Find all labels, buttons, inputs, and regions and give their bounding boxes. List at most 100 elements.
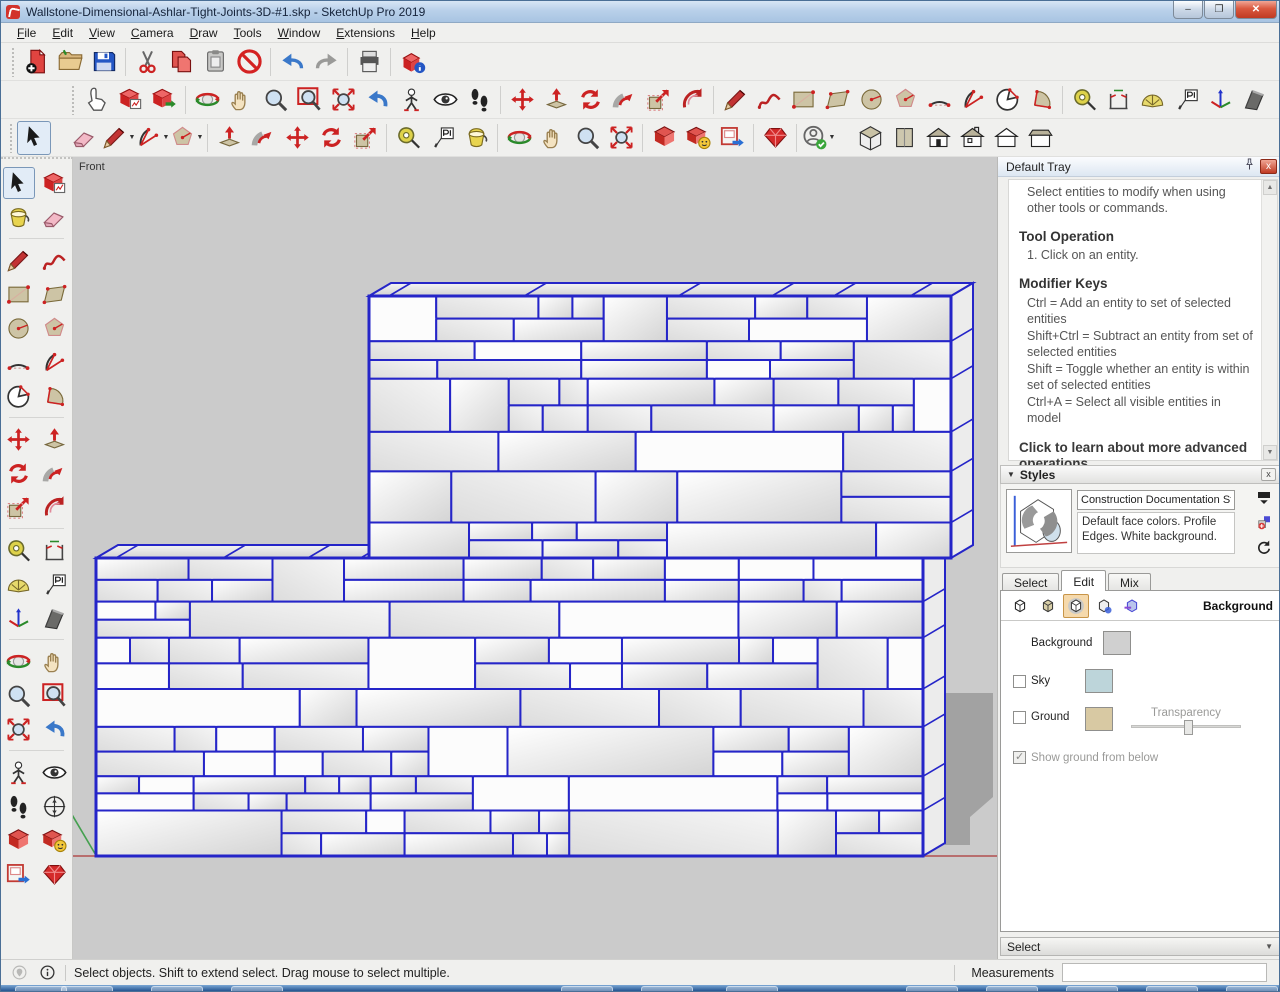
styles-close-icon[interactable]: x [1261, 468, 1276, 481]
zoom-window-tool-button[interactable] [39, 679, 71, 711]
cut-tool-button[interactable] [130, 45, 164, 79]
zoom-window-tool-button[interactable] [292, 83, 326, 117]
new-tool-button[interactable] [19, 45, 53, 79]
eraser-tool-button[interactable] [39, 201, 71, 233]
move-tool-button[interactable] [3, 423, 35, 455]
zoom-extents-tool-button[interactable] [326, 83, 360, 117]
create-new-style-icon[interactable] [1253, 513, 1275, 533]
taskbar-app[interactable] [1226, 986, 1278, 992]
move-tool-button[interactable] [505, 83, 539, 117]
style-thumbnail[interactable] [1006, 489, 1072, 553]
sky-checkbox[interactable] [1013, 675, 1026, 688]
edge-settings-icon[interactable] [1007, 594, 1033, 618]
arcs-tool-button[interactable]: ▼ [135, 121, 169, 155]
protractor-tool-button[interactable] [1135, 83, 1169, 117]
push-pull-tool-button[interactable] [39, 423, 71, 455]
taskbar-app[interactable] [726, 986, 778, 992]
styles-panel-header[interactable]: ▼ Styles x [1000, 465, 1280, 484]
scale-tool-button[interactable] [3, 491, 35, 523]
previous-view-tool-button[interactable] [360, 83, 394, 117]
text-tool-button[interactable] [425, 121, 459, 155]
tray-select-panel-bar[interactable]: Select ▼ [1000, 937, 1280, 956]
menu-camera[interactable]: Camera [123, 24, 182, 42]
taskbar-app[interactable] [231, 986, 283, 992]
paint-bucket-tool-button[interactable] [3, 201, 35, 233]
circle-tool-button[interactable] [854, 83, 888, 117]
share-model-tool-button[interactable] [681, 121, 715, 155]
share-model-tool-button[interactable] [39, 824, 71, 856]
measurements-input[interactable] [1062, 963, 1267, 982]
toolbar-grip[interactable] [71, 85, 76, 115]
send-to-layout-tool-button[interactable] [715, 121, 749, 155]
menu-draw[interactable]: Draw [182, 24, 226, 42]
look-around-compass-tool-button[interactable] [39, 790, 71, 822]
copy-tool-button[interactable] [164, 45, 198, 79]
dropdown-arrow-icon[interactable]: ▼ [829, 134, 836, 141]
arc-2-point-tool-button[interactable] [3, 346, 35, 378]
zoom-extents-tool-button[interactable] [3, 713, 35, 745]
look-around-tool-button[interactable] [39, 756, 71, 788]
show-secondary-pane-icon[interactable] [1253, 488, 1275, 508]
slider-thumb[interactable] [1184, 720, 1193, 735]
taskbar-app[interactable] [15, 986, 67, 992]
show-ground-checkbox[interactable] [1013, 751, 1026, 764]
line-tool-button[interactable]: ▼ [101, 121, 135, 155]
walk-tool-button[interactable] [462, 83, 496, 117]
scale-tool-button[interactable] [348, 121, 382, 155]
zoom-tool-button[interactable] [570, 121, 604, 155]
arc-3-point-tool-button[interactable] [3, 380, 35, 412]
arc-tool-button[interactable] [956, 83, 990, 117]
tape-measure-tool-button[interactable] [1067, 83, 1101, 117]
menu-extensions[interactable]: Extensions [328, 24, 403, 42]
rotate-tool-button[interactable] [314, 121, 348, 155]
rotated-rectangle-tool-button[interactable] [820, 83, 854, 117]
dropdown-arrow-icon[interactable]: ▼ [197, 134, 204, 141]
text-tool-button[interactable] [39, 568, 71, 600]
restore-button[interactable]: ❐ [1204, 0, 1234, 19]
shapes-tool-button[interactable]: ▼ [169, 121, 203, 155]
follow-me-tool-button[interactable] [246, 121, 280, 155]
zoom-tool-button[interactable] [3, 679, 35, 711]
account-tool-button[interactable]: ▼ [801, 121, 835, 155]
line-tool-button[interactable] [718, 83, 752, 117]
orbit-tool-button[interactable] [190, 83, 224, 117]
update-style-icon[interactable] [1253, 538, 1275, 558]
arc-tool-button[interactable] [39, 346, 71, 378]
rotated-rectangle-tool-button[interactable] [39, 278, 71, 310]
axes-tool-button[interactable] [3, 602, 35, 634]
3d-warehouse-tool-button[interactable] [3, 824, 35, 856]
view-back-tool-button[interactable] [989, 121, 1023, 155]
offset-tool-button[interactable] [39, 491, 71, 523]
follow-me-tool-button[interactable] [607, 83, 641, 117]
look-around-tool-button[interactable] [428, 83, 462, 117]
taskbar-app[interactable] [61, 986, 113, 992]
minimize-button[interactable]: – [1173, 0, 1203, 19]
view-iso-tool-button[interactable] [853, 121, 887, 155]
follow-me-tool-button[interactable] [39, 457, 71, 489]
section-plane-tool-button[interactable] [39, 602, 71, 634]
open-tool-button[interactable] [53, 45, 87, 79]
rotate-tool-button[interactable] [3, 457, 35, 489]
menu-edit[interactable]: Edit [44, 24, 81, 42]
replace-selected-tool-button[interactable] [113, 83, 147, 117]
rotate-tool-button[interactable] [573, 83, 607, 117]
orbit-tool-button[interactable] [502, 121, 536, 155]
pan-tool-button[interactable] [39, 645, 71, 677]
credits-info-icon[interactable] [37, 963, 57, 983]
background-swatch[interactable] [1103, 631, 1131, 655]
freehand-tool-button[interactable] [752, 83, 786, 117]
styles-tab-edit[interactable]: Edit [1061, 570, 1106, 591]
scroll-down-icon[interactable]: ▼ [1263, 445, 1277, 460]
position-camera-tool-button[interactable] [3, 756, 35, 788]
face-settings-icon[interactable] [1035, 594, 1061, 618]
circle-tool-button[interactable] [3, 312, 35, 344]
tape-measure-tool-button[interactable] [3, 534, 35, 566]
view-front-tool-button[interactable] [921, 121, 955, 155]
pie-tool-button[interactable] [39, 380, 71, 412]
push-pull-tool-button[interactable] [539, 83, 573, 117]
move-tool-button[interactable] [280, 121, 314, 155]
collapse-arrow-icon[interactable]: ▼ [1007, 470, 1015, 479]
styles-tab-mix[interactable]: Mix [1108, 573, 1151, 591]
rectangle-tool-button[interactable] [3, 278, 35, 310]
view-left-tool-button[interactable] [1023, 121, 1057, 155]
